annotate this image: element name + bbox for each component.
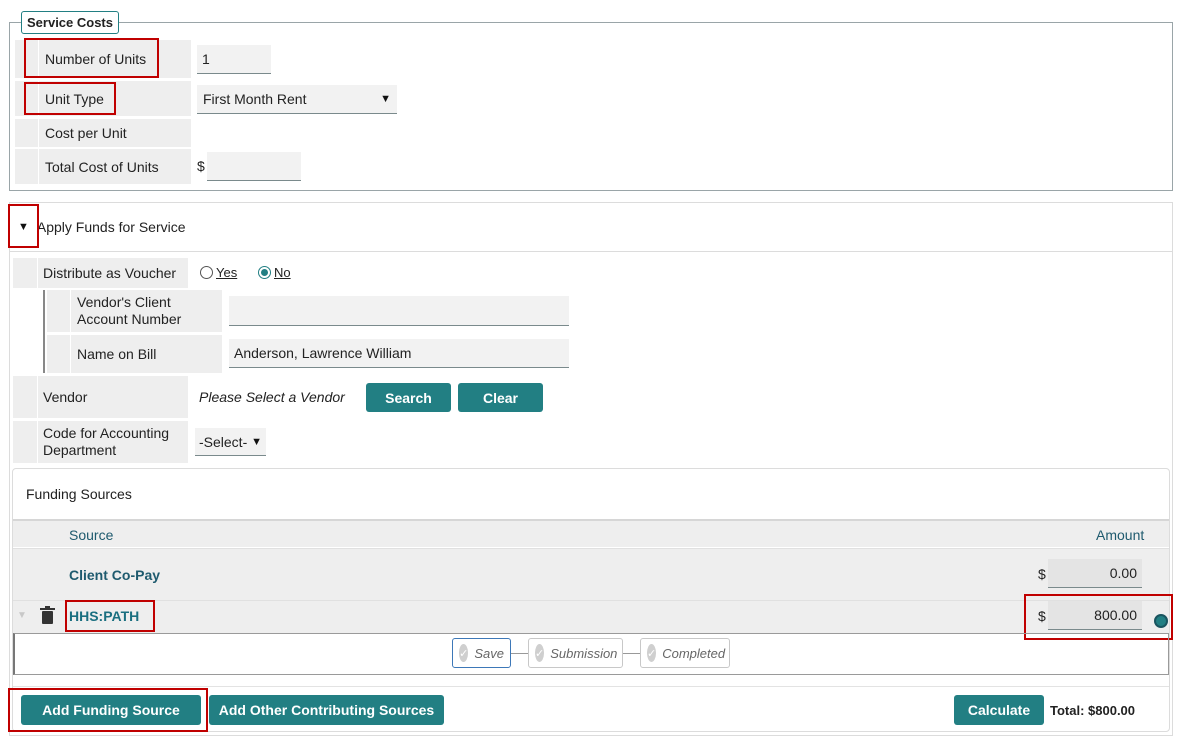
copay-amount-input[interactable]: 0.00 — [1048, 559, 1142, 588]
voucher-yes-label: Yes — [216, 265, 238, 280]
hhs-amount-input[interactable]: 800.00 — [1048, 601, 1142, 630]
table-row — [13, 600, 1169, 633]
row-gutter — [47, 290, 70, 332]
row-gutter — [15, 81, 38, 116]
radio-yes[interactable] — [200, 266, 213, 279]
apply-funds-header[interactable]: ▼ Apply Funds for Service — [10, 203, 1172, 252]
chevron-down-icon: ▼ — [251, 435, 262, 448]
calculate-button[interactable]: Calculate — [954, 695, 1044, 725]
caret-down-icon[interactable]: ▼ — [18, 221, 29, 233]
amount-currency: $ — [1038, 608, 1046, 624]
search-vendor-button[interactable]: Search — [366, 383, 451, 412]
apply-funds-title: Apply Funds for Service — [36, 219, 186, 235]
step-connector — [511, 653, 528, 654]
currency-symbol: $ — [197, 158, 205, 174]
vendor-placeholder: Please Select a Vendor — [199, 389, 345, 405]
row-gutter — [13, 421, 37, 463]
radio-no[interactable] — [258, 266, 271, 279]
row-gutter — [47, 335, 70, 373]
voucher-label: Distribute as Voucher — [38, 258, 188, 288]
add-other-sources-button[interactable]: Add Other Contributing Sources — [209, 695, 444, 725]
funding-sources-title: Funding Sources — [26, 486, 132, 502]
column-source: Source — [69, 527, 114, 543]
total-cost-input[interactable] — [207, 152, 301, 181]
voucher-yes-option[interactable]: Yes — [200, 265, 237, 280]
step-connector — [623, 653, 640, 654]
add-funding-source-button[interactable]: Add Funding Source — [21, 695, 201, 725]
footer-separator — [13, 686, 1169, 687]
amount-currency: $ — [1038, 566, 1046, 582]
service-costs-legend: Service Costs — [21, 11, 119, 34]
unit-type-select[interactable]: First Month Rent ▼ — [197, 85, 397, 114]
total-cost-label: Total Cost of Units — [39, 149, 191, 184]
row-gutter — [15, 149, 38, 184]
row-gutter — [13, 258, 37, 288]
number-of-units-input[interactable]: 1 — [197, 45, 271, 74]
trash-icon[interactable] — [40, 606, 55, 624]
step-submission: ✓ Submission — [528, 638, 623, 668]
row-gutter — [15, 119, 38, 147]
vendor-account-label: Vendor's Client Account Number — [71, 290, 222, 332]
cost-per-unit-label: Cost per Unit — [39, 119, 191, 147]
funding-table-header — [13, 521, 1169, 547]
column-amount: Amount — [1096, 527, 1145, 543]
accounting-code-select[interactable]: -Select- ▼ — [195, 428, 266, 456]
accounting-code-label: Code for Accounting Department — [38, 421, 188, 463]
table-row — [13, 548, 1169, 600]
row-gutter — [13, 376, 37, 418]
step-save: ✓ Save — [452, 638, 511, 668]
nested-indicator — [43, 290, 45, 373]
expand-row-icon[interactable]: ▼ — [17, 610, 27, 621]
total-amount: Total: $800.00 — [1050, 703, 1136, 718]
vendor-label: Vendor — [38, 376, 188, 418]
check-icon: ✓ — [647, 644, 657, 662]
voucher-no-label: No — [274, 265, 291, 280]
check-icon: ✓ — [459, 644, 469, 662]
source-hhs-path[interactable]: HHS:PATH — [69, 608, 139, 624]
number-of-units-label: Number of Units — [39, 40, 191, 78]
row-gutter — [15, 40, 38, 78]
check-icon: ✓ — [535, 644, 545, 662]
clear-vendor-button[interactable]: Clear — [458, 383, 543, 412]
amount-status-icon[interactable] — [1154, 614, 1168, 628]
step-completed: ✓ Completed — [640, 638, 730, 668]
chevron-down-icon: ▼ — [380, 93, 391, 105]
unit-type-label: Unit Type — [39, 81, 191, 116]
name-on-bill-input[interactable]: Anderson, Lawrence William — [229, 339, 569, 368]
voucher-no-option[interactable]: No — [258, 265, 291, 280]
name-on-bill-label: Name on Bill — [71, 335, 222, 373]
source-client-copay: Client Co-Pay — [69, 567, 161, 583]
vendor-account-input[interactable] — [229, 296, 569, 326]
